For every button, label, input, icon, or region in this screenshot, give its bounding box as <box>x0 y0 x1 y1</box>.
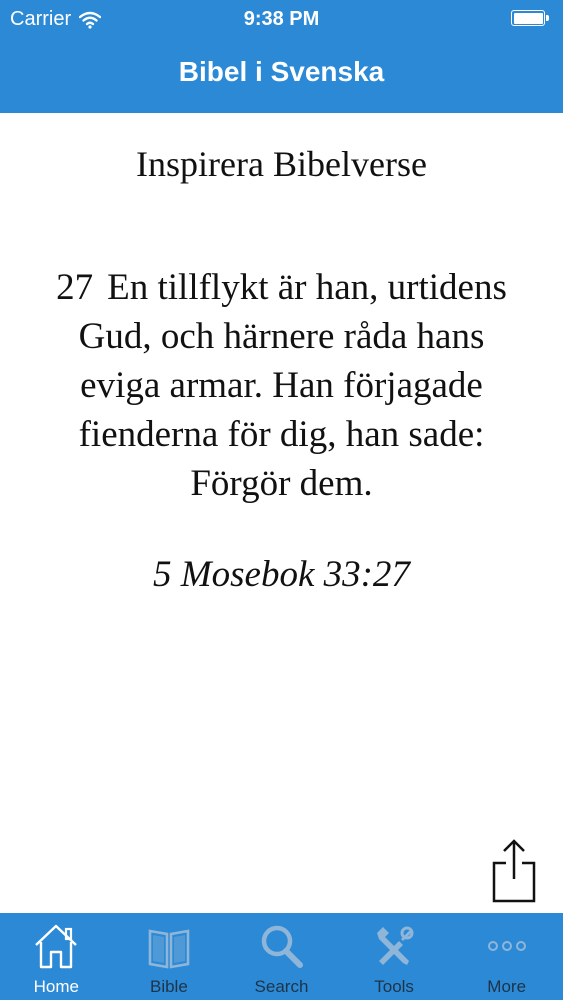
verse-number: 27 <box>56 267 94 308</box>
tab-bar: Home Bible Search Tools More <box>0 913 563 1000</box>
top-bar: Carrier 9:38 PM Bibel i Svenska <box>0 0 563 113</box>
page-heading: Inspirera Bibelverse <box>136 144 427 184</box>
tab-tools-label: Tools <box>374 977 414 996</box>
verse-text: En tillflykt är han, urtidens Gud, och h… <box>78 267 507 504</box>
verse-reference: 5 Mosebok 33:27 <box>153 554 410 595</box>
share-icon[interactable] <box>488 839 540 903</box>
status-time: 9:38 PM <box>243 8 320 30</box>
tab-search-label: Search <box>254 977 309 996</box>
more-icon <box>487 941 526 951</box>
tab-more[interactable]: More <box>450 913 563 1000</box>
tools-icon <box>377 926 414 965</box>
home-icon <box>35 924 78 969</box>
search-icon <box>262 925 304 968</box>
nav-title: Bibel i Svenska <box>178 56 385 87</box>
main-content: Inspirera Bibelverse 27 En tillflykt är h… <box>0 113 563 913</box>
battery-icon <box>511 10 551 28</box>
tab-bible[interactable]: Bible <box>113 913 226 1000</box>
status-bar: Carrier 9:38 PM <box>0 0 563 40</box>
tab-search[interactable]: Search <box>225 913 338 1000</box>
tab-more-label: More <box>487 977 527 996</box>
verse-text-block: 27 En tillflykt är han, urtidens Gud, och… <box>40 263 523 508</box>
tab-home-label: Home <box>33 977 79 996</box>
tab-bible-label: Bible <box>149 977 188 996</box>
book-icon <box>148 929 190 969</box>
tab-tools[interactable]: Tools <box>338 913 451 1000</box>
tab-home[interactable]: Home <box>0 913 113 1000</box>
